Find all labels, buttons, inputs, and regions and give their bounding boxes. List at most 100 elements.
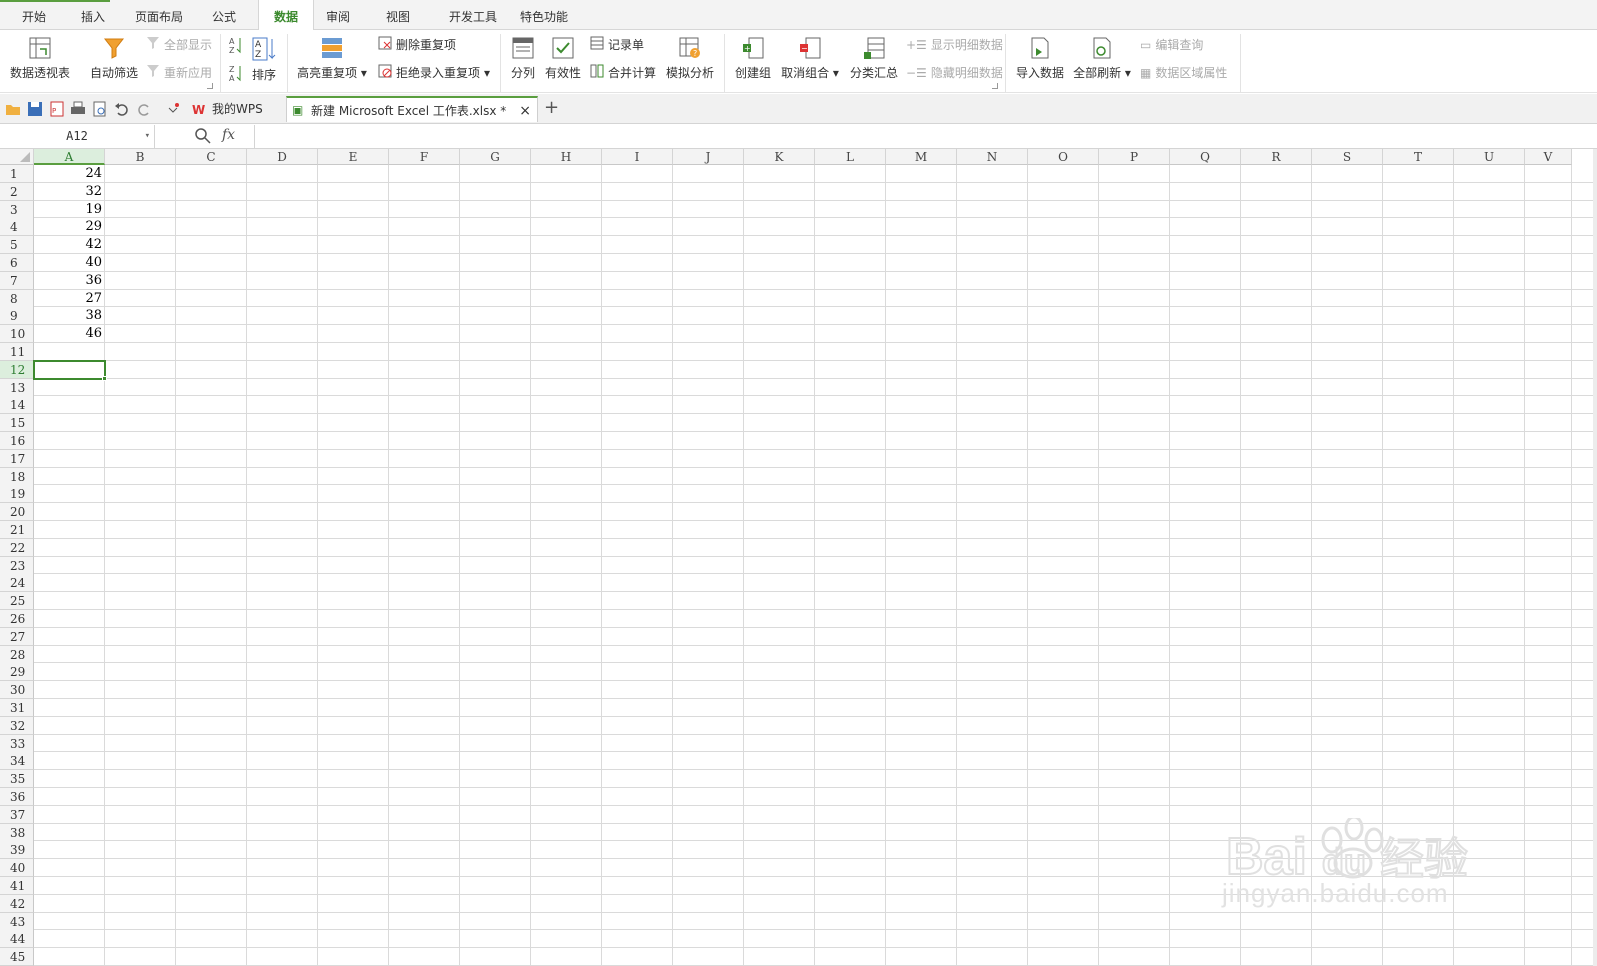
insert-function-button[interactable]: fx [222,127,235,143]
column-header-e[interactable]: E [318,149,389,165]
dialog-launcher-icon[interactable] [992,83,998,89]
row-header-6[interactable]: 6 [0,254,34,272]
row-header-32[interactable]: 32 [0,716,34,735]
cell-a2[interactable]: 32 [34,183,105,201]
row-header-38[interactable]: 38 [0,823,34,842]
close-tab-icon[interactable]: × [519,98,531,124]
row-header-41[interactable]: 41 [0,877,34,895]
cell-a1[interactable]: 24 [34,165,105,183]
row-header-7[interactable]: 7 [0,271,34,290]
cell-a6[interactable]: 40 [34,254,105,272]
sort-descending-button[interactable]: ZA [228,64,244,85]
vertical-scrollbar[interactable] [1593,149,1597,966]
row-header-23[interactable]: 23 [0,556,34,575]
tab-6[interactable]: 视图 [378,0,418,30]
fill-handle[interactable] [102,375,107,381]
row-header-1[interactable]: 1 [0,165,34,183]
tab-8[interactable]: 特色功能 [512,0,576,30]
row-header-31[interactable]: 31 [0,699,34,717]
selected-cell-a12[interactable] [33,359,106,380]
customize-toolbar-icon[interactable] [165,101,181,117]
row-header-2[interactable]: 2 [0,182,34,201]
tab-5[interactable]: 审阅 [318,0,358,30]
cell-a8[interactable]: 27 [34,290,105,308]
tab-2[interactable]: 页面布局 [126,0,192,30]
ungroup-button[interactable]: − 取消组合 ▾ [780,36,840,81]
column-header-g[interactable]: G [460,149,531,165]
column-header-h[interactable]: H [531,149,602,165]
column-header-m[interactable]: M [886,149,957,165]
column-header-l[interactable]: L [815,149,886,165]
reapply-button[interactable]: 重新应用 [146,64,212,81]
refresh-all-button[interactable]: 全部刷新 ▾ [1072,36,1132,81]
column-header-q[interactable]: Q [1170,149,1241,165]
row-header-39[interactable]: 39 [0,841,34,860]
column-header-s[interactable]: S [1312,149,1383,165]
range-properties-button[interactable]: ▦ 数据区域属性 [1140,64,1227,81]
column-header-t[interactable]: T [1383,149,1454,165]
tab-4[interactable]: 数据 [258,0,314,31]
formula-input[interactable] [254,125,1597,148]
cell-a4[interactable]: 29 [34,218,105,236]
autofilter-button[interactable]: 自动筛选 [88,36,140,81]
cell-a10[interactable]: 46 [34,325,105,343]
show-all-button[interactable]: 全部显示 [146,36,212,53]
undo-icon[interactable] [114,101,130,117]
row-header-27[interactable]: 27 [0,627,34,646]
chevron-down-icon[interactable]: ▾ [145,125,150,148]
hide-detail-button[interactable]: −☰ 隐藏明细数据 [906,64,1003,81]
column-header-o[interactable]: O [1028,149,1099,165]
column-header-u[interactable]: U [1454,149,1525,165]
row-header-28[interactable]: 28 [0,645,34,664]
column-header-c[interactable]: C [176,149,247,165]
validity-button[interactable]: 有效性 [544,36,582,81]
sort-button[interactable]: AZ 排序 [248,36,280,83]
row-header-33[interactable]: 33 [0,734,34,753]
tab-my-wps[interactable]: W 我的WPS [188,96,278,122]
tab-0[interactable]: 开始 [10,0,58,30]
row-header-21[interactable]: 21 [0,521,34,539]
row-header-45[interactable]: 45 [0,948,34,966]
sort-ascending-button[interactable]: AZ [228,36,244,57]
row-header-18[interactable]: 18 [0,467,34,486]
row-header-5[interactable]: 5 [0,236,34,255]
row-header-11[interactable]: 11 [0,343,34,361]
row-header-14[interactable]: 14 [0,396,34,415]
create-group-button[interactable]: + 创建组 [733,36,773,81]
cell-a7[interactable]: 36 [34,272,105,290]
new-tab-icon[interactable]: + [544,97,559,118]
dialog-launcher-icon[interactable] [207,83,213,89]
row-header-17[interactable]: 17 [0,449,34,468]
export-pdf-icon[interactable]: P [49,101,65,117]
row-header-22[interactable]: 22 [0,538,34,557]
open-folder-icon[interactable] [5,101,21,117]
column-header-i[interactable]: I [602,149,673,165]
row-header-12[interactable]: 12 [0,360,34,379]
row-header-8[interactable]: 8 [0,289,34,308]
column-header-j[interactable]: J [673,149,744,165]
zoom-search-icon[interactable] [195,128,211,147]
tab-3[interactable]: 公式 [202,0,246,30]
column-header-a[interactable]: A [34,149,105,165]
row-header-30[interactable]: 30 [0,681,34,700]
save-icon[interactable] [27,101,43,117]
row-header-43[interactable]: 43 [0,912,34,931]
row-header-16[interactable]: 16 [0,432,34,450]
row-header-26[interactable]: 26 [0,610,34,628]
row-header-36[interactable]: 36 [0,788,34,806]
column-header-n[interactable]: N [957,149,1028,165]
reject-duplicates-button[interactable]: 拒绝录入重复项 ▾ [378,64,490,81]
row-header-40[interactable]: 40 [0,859,34,878]
column-header-b[interactable]: B [105,149,176,165]
column-header-v[interactable]: V [1525,149,1572,165]
row-header-19[interactable]: 19 [0,485,34,504]
spreadsheet-grid[interactable]: A B C D E F G H I J K L M N O P Q R S T U V 1 2 3 4 5 6 7 8 9 10 11 12 13 1… [0,149,1597,966]
edit-query-button[interactable]: ▭ 编辑查询 [1140,36,1203,53]
row-header-25[interactable]: 25 [0,592,34,611]
column-header-d[interactable]: D [247,149,318,165]
record-form-button[interactable]: 记录单 [590,36,644,53]
row-header-34[interactable]: 34 [0,752,34,771]
column-header-p[interactable]: P [1099,149,1170,165]
row-header-4[interactable]: 4 [0,218,34,237]
row-header-37[interactable]: 37 [0,805,34,824]
